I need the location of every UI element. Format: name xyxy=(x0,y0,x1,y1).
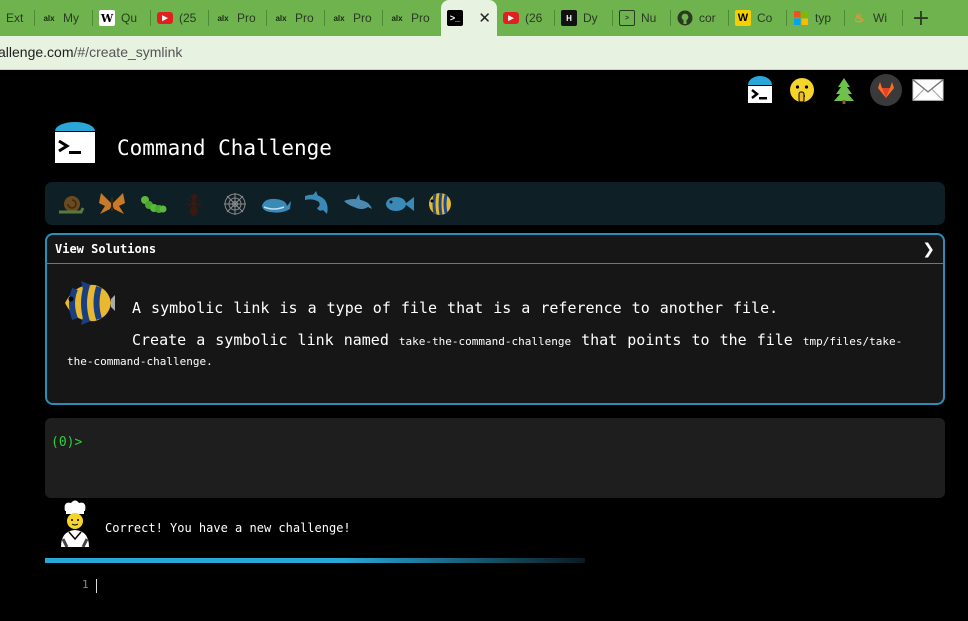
chef-icon xyxy=(57,499,93,548)
tab-my[interactable]: alx My xyxy=(35,0,93,36)
tab-typ[interactable]: typ xyxy=(787,0,845,36)
youtube-icon: ▶ xyxy=(157,12,173,24)
flame-icon: ♨ xyxy=(853,11,865,25)
butterfly-icon[interactable] xyxy=(94,186,130,222)
github-icon xyxy=(677,10,693,26)
spider-web-icon[interactable] xyxy=(217,186,253,222)
view-solutions-label: View Solutions xyxy=(55,242,157,256)
tab-qu[interactable]: W Qu xyxy=(93,0,151,36)
tab-pro-2[interactable]: alx Pro xyxy=(267,0,325,36)
challenge-panel: View Solutions ❯ A symbolic link is a ty… xyxy=(45,233,945,405)
tab-strip: Ext alx My W Qu ▶ (25 alx Pro alx Pro al… xyxy=(0,0,968,36)
tab-label: (26 xyxy=(525,11,543,25)
tab-label: Co xyxy=(757,11,773,25)
alx-icon: alx xyxy=(275,13,287,23)
fish-icon[interactable] xyxy=(381,186,417,222)
view-solutions-toggle[interactable]: View Solutions ❯ xyxy=(47,235,943,264)
snail-icon[interactable] xyxy=(53,186,89,222)
hackerrank-icon: H xyxy=(561,10,577,26)
tab-pro-3[interactable]: alx Pro xyxy=(325,0,383,36)
terminal-icon: >_ xyxy=(447,10,463,26)
alx-icon: alx xyxy=(43,13,55,23)
challenge-description: A symbolic link is a type of file that i… xyxy=(132,299,779,317)
tab-label: (25 xyxy=(179,11,197,25)
mail-icon[interactable] xyxy=(912,74,944,106)
microsoft-icon xyxy=(793,10,809,26)
youtube-icon: ▶ xyxy=(503,12,519,24)
tab-label: Wi xyxy=(873,11,887,25)
w-icon: W xyxy=(735,10,751,26)
header-icons xyxy=(744,74,944,106)
whale-icon[interactable] xyxy=(258,186,294,222)
tab-pro-1[interactable]: alx Pro xyxy=(209,0,267,36)
level-progress-bar xyxy=(45,182,945,225)
dolphin-icon[interactable] xyxy=(299,186,335,222)
shush-face-icon[interactable] xyxy=(786,74,818,106)
challenge-task: Create a symbolic link named take-the-co… xyxy=(67,331,903,368)
ant-icon[interactable] xyxy=(176,186,212,222)
command-challenge-logo xyxy=(53,122,97,164)
address-bar[interactable]: allenge.com/#/create_symlink xyxy=(0,36,968,69)
tropical-fish-icon[interactable] xyxy=(422,186,458,222)
url-text[interactable]: allenge.com/#/create_symlink xyxy=(0,44,182,60)
tab-label: Pro xyxy=(237,11,256,25)
tree-icon[interactable] xyxy=(828,74,860,106)
gitlab-icon[interactable] xyxy=(870,74,902,106)
tab-label: Pro xyxy=(295,11,314,25)
page-title: Command Challenge xyxy=(117,136,332,160)
alx-icon: alx xyxy=(217,13,229,23)
tab-co[interactable]: W Co xyxy=(729,0,787,36)
alx-icon: alx xyxy=(391,13,403,23)
tab-github[interactable]: cor xyxy=(671,0,729,36)
tab-label: My xyxy=(63,11,79,25)
alx-icon: alx xyxy=(333,13,345,23)
tab-youtube-25[interactable]: ▶ (25 xyxy=(151,0,209,36)
tab-label: Pro xyxy=(353,11,372,25)
tab-dy[interactable]: H Dy xyxy=(555,0,613,36)
wikipedia-icon: W xyxy=(99,10,115,26)
new-tab-button[interactable]: + xyxy=(903,0,939,36)
dolphin-icon[interactable] xyxy=(340,186,376,222)
tab-label: Ext xyxy=(6,11,24,25)
tab-label: Qu xyxy=(121,11,138,25)
tab-label: Dy xyxy=(583,11,598,25)
page-icon: > xyxy=(619,10,635,26)
text-cursor xyxy=(96,579,97,593)
caterpillar-icon[interactable] xyxy=(135,186,171,222)
tab-wi[interactable]: ♨ Wi xyxy=(845,0,903,36)
command-editor[interactable]: 1 xyxy=(0,572,968,621)
terminal-icon[interactable] xyxy=(744,74,776,106)
tab-youtube-26[interactable]: ▶ (26 xyxy=(497,0,555,36)
progress-bar xyxy=(45,558,585,563)
terminal-output[interactable]: (0)> xyxy=(45,418,945,498)
tab-label: cor xyxy=(699,11,716,25)
tropical-fish-icon xyxy=(61,279,115,327)
chevron-right-icon[interactable]: ❯ xyxy=(922,240,935,258)
line-number: 1 xyxy=(82,578,89,591)
status-message: Correct! You have a new challenge! xyxy=(105,521,351,535)
code-link-name: take-the-command-challenge xyxy=(398,335,572,348)
tab-ext[interactable]: Ext xyxy=(0,0,35,36)
close-tab-icon[interactable]: ✕ xyxy=(478,9,491,27)
tab-label: Nu xyxy=(641,11,657,25)
tab-command-challenge[interactable]: >_ ✕ xyxy=(441,0,497,36)
tab-label: Pro xyxy=(411,11,430,25)
tab-nu[interactable]: > Nu xyxy=(613,0,671,36)
tab-pro-4[interactable]: alx Pro xyxy=(383,0,441,36)
terminal-prompt: (0)> xyxy=(51,435,83,450)
tab-label: typ xyxy=(815,11,832,25)
